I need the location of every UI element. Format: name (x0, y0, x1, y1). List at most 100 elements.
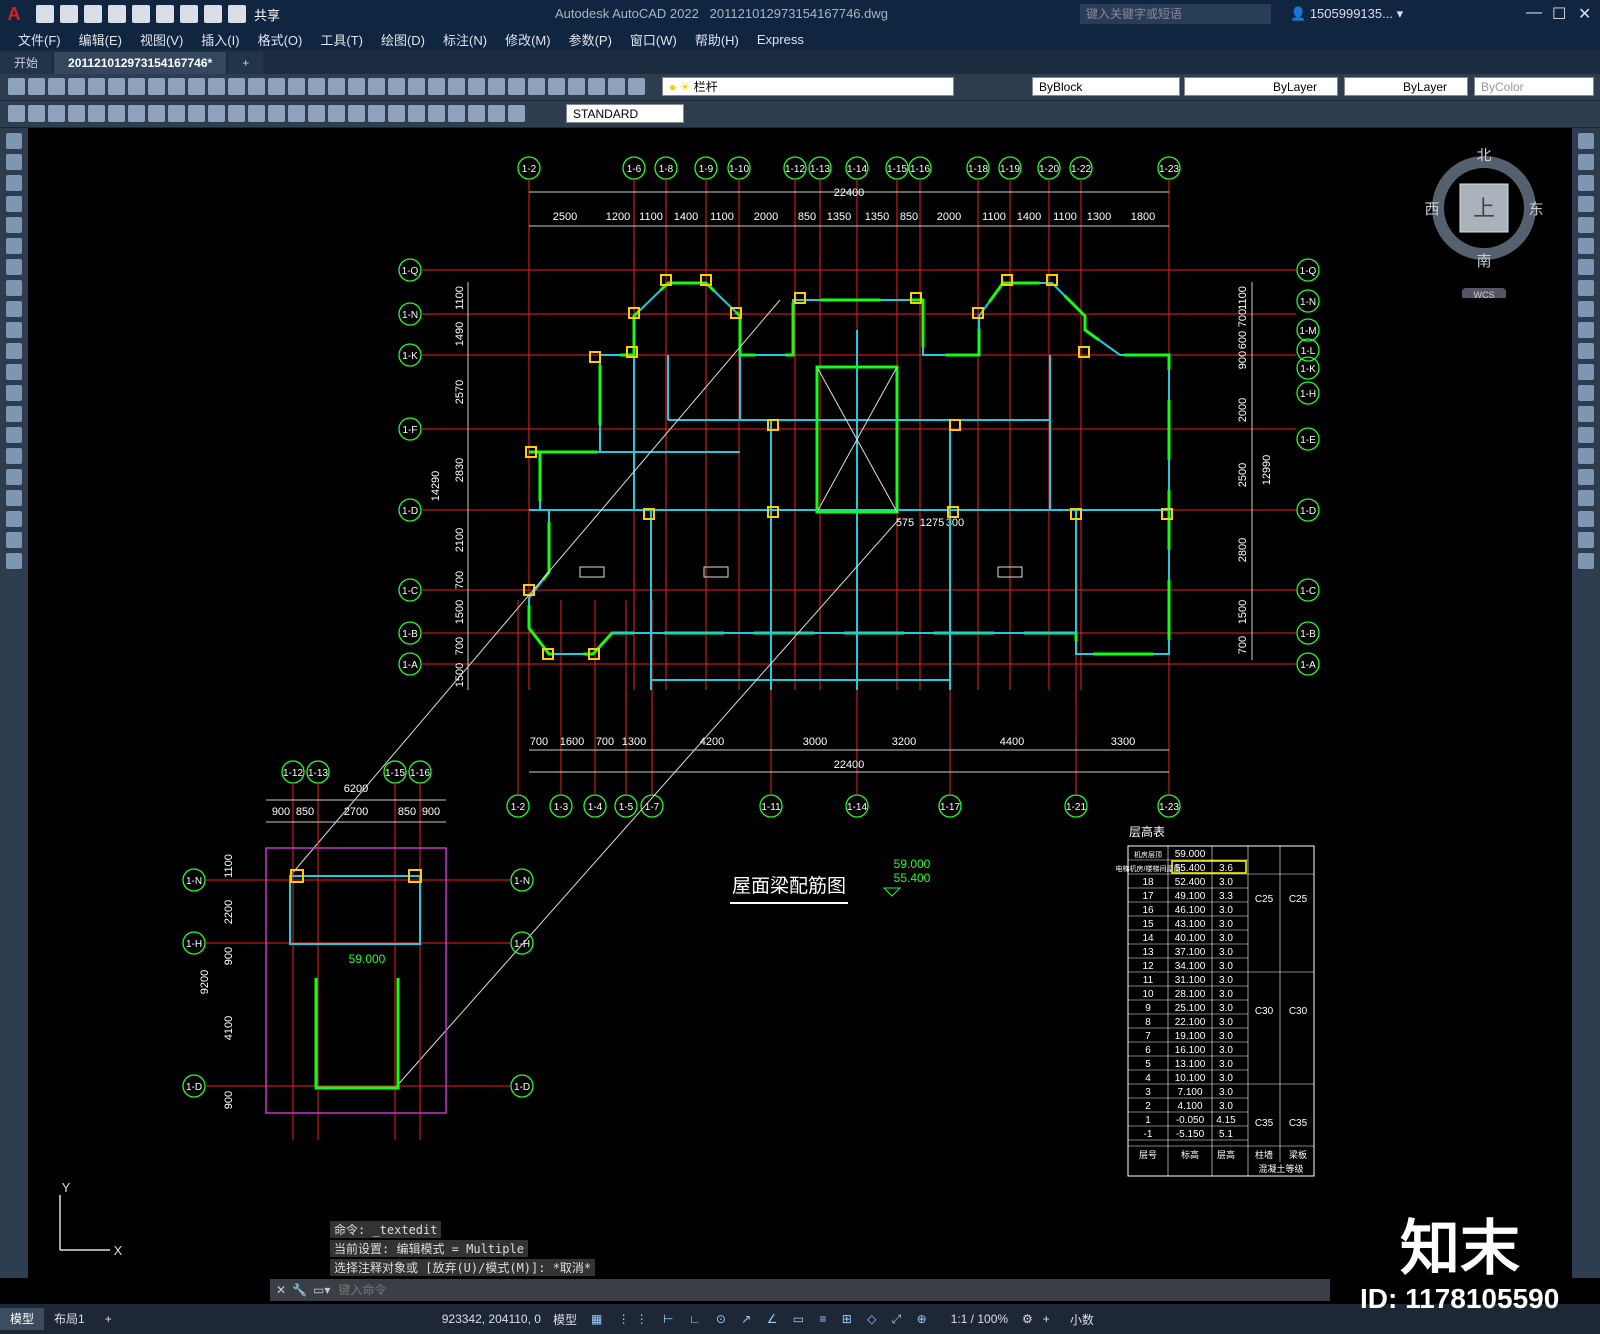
gear-icon[interactable]: ⚙ (1022, 1312, 1033, 1326)
drawing-canvas[interactable]: 1-2 1-6 1-8 1-9 1-10 1-12 1-13 1-14 1-15 1-16 1-18… (28, 128, 1572, 1278)
menu-item-2[interactable]: 视图(V) (140, 30, 183, 49)
tool-icon[interactable] (568, 78, 585, 95)
tool-icon[interactable] (6, 406, 22, 422)
tool-icon[interactable] (6, 343, 22, 359)
tool-icon[interactable] (608, 78, 625, 95)
tool-icon[interactable] (108, 105, 125, 122)
tool-icon[interactable] (168, 78, 185, 95)
viewcube[interactable]: 上 北 南 东 西 WCS (1424, 147, 1544, 300)
plotstyle-dropdown[interactable]: ByColor (1474, 77, 1594, 96)
color-dropdown[interactable]: ByBlock (1032, 77, 1180, 96)
tool-icon[interactable] (48, 78, 65, 95)
tool-icon[interactable] (1578, 469, 1594, 485)
linetype-dropdown[interactable]: ByLayer (1184, 77, 1338, 96)
close-icon[interactable]: ✕ (1578, 4, 1591, 24)
tool-icon[interactable] (8, 105, 25, 122)
tool-icon[interactable] (1578, 448, 1594, 464)
tab-layout1[interactable]: 布局1 (44, 1308, 95, 1330)
tool-icon[interactable] (88, 78, 105, 95)
tool-icon[interactable] (28, 78, 45, 95)
search-input[interactable]: 键入关键字或短语 (1080, 4, 1271, 24)
annotation-scale[interactable]: 1:1 / 100% (951, 1312, 1008, 1326)
menu-item-5[interactable]: 工具(T) (320, 30, 363, 49)
tool-icon[interactable] (508, 78, 525, 95)
status-toggles[interactable]: ▦ ⋮⋮ ⊢ ∟ ⊙ ↗ ∠ ▭ ≡ ⊞ ◇ ⤢ ⊕ (591, 1312, 933, 1327)
tool-icon[interactable] (488, 105, 505, 122)
save-icon[interactable] (84, 5, 102, 23)
tool-icon[interactable] (1578, 238, 1594, 254)
tool-icon[interactable] (248, 78, 265, 95)
tab-model[interactable]: 模型 (0, 1308, 45, 1330)
tool-icon[interactable] (6, 301, 22, 317)
tool-icon[interactable] (6, 322, 22, 338)
tool-icon[interactable] (6, 469, 22, 485)
tool-icon[interactable] (6, 280, 22, 296)
tool-icon[interactable] (288, 105, 305, 122)
tool-icon[interactable] (388, 105, 405, 122)
tool-icon[interactable] (1578, 322, 1594, 338)
tool-icon[interactable] (208, 78, 225, 95)
menu-item-6[interactable]: 绘图(D) (381, 30, 425, 49)
tool-icon[interactable] (1578, 217, 1594, 233)
tool-icon[interactable] (6, 511, 22, 527)
tab-start[interactable]: 开始 (0, 52, 53, 74)
textstyle-dropdown[interactable]: STANDARD (566, 104, 684, 123)
tool-icon[interactable] (248, 105, 265, 122)
tool-icon[interactable] (68, 78, 85, 95)
tool-icon[interactable] (1578, 343, 1594, 359)
tool-icon[interactable] (448, 105, 465, 122)
tool-icon[interactable] (6, 490, 22, 506)
tool-icon[interactable] (6, 175, 22, 191)
tool-icon[interactable] (628, 78, 645, 95)
tool-icon[interactable] (288, 78, 305, 95)
tool-icon[interactable] (548, 78, 565, 95)
tool-icon[interactable] (228, 105, 245, 122)
tool-icon[interactable] (1578, 490, 1594, 506)
tool-icon[interactable] (108, 78, 125, 95)
menu-item-10[interactable]: 窗口(W) (630, 30, 677, 49)
tool-icon[interactable] (588, 78, 605, 95)
menu-item-7[interactable]: 标注(N) (443, 30, 487, 49)
add-layout-icon[interactable]: + (95, 1308, 122, 1330)
tool-icon[interactable] (28, 105, 45, 122)
wcs-label[interactable]: WCS (1474, 290, 1495, 300)
tool-icon[interactable] (1578, 406, 1594, 422)
tool-icon[interactable] (128, 78, 145, 95)
lineweight-dropdown[interactable]: ByLayer (1344, 77, 1468, 96)
tool-icon[interactable] (6, 217, 22, 233)
tool-icon[interactable] (6, 532, 22, 548)
tool-icon[interactable] (488, 78, 505, 95)
tool-icon[interactable] (6, 364, 22, 380)
tool-icon[interactable] (528, 78, 545, 95)
tool-icon[interactable] (508, 105, 525, 122)
tool-icon[interactable] (188, 105, 205, 122)
command-input[interactable] (336, 1282, 1241, 1298)
tool-icon[interactable] (348, 78, 365, 95)
tool-icon[interactable] (6, 385, 22, 401)
tool-icon[interactable] (8, 78, 25, 95)
customize-icon[interactable]: 🔧 (292, 1283, 307, 1297)
tool-icon[interactable] (468, 105, 485, 122)
tool-icon[interactable] (68, 105, 85, 122)
tool-icon[interactable] (1578, 364, 1594, 380)
tool-icon[interactable] (388, 78, 405, 95)
tool-icon[interactable] (6, 133, 22, 149)
tool-icon[interactable] (1578, 133, 1594, 149)
space-toggle[interactable]: 模型 (553, 1311, 577, 1328)
redo-icon[interactable] (228, 5, 246, 23)
tool-icon[interactable] (128, 105, 145, 122)
tool-icon[interactable] (368, 105, 385, 122)
tool-icon[interactable] (1578, 511, 1594, 527)
tool-icon[interactable] (1578, 301, 1594, 317)
minimize-icon[interactable]: — (1526, 4, 1542, 22)
open-file-icon[interactable] (60, 5, 78, 23)
tool-icon[interactable] (308, 105, 325, 122)
save-as-icon[interactable] (108, 5, 126, 23)
tool-icon[interactable] (6, 553, 22, 569)
tool-icon[interactable] (348, 105, 365, 122)
tab-add[interactable]: + (228, 52, 264, 74)
undo-icon[interactable] (204, 5, 222, 23)
tool-icon[interactable] (408, 105, 425, 122)
tool-icon[interactable] (428, 78, 445, 95)
tool-icon[interactable] (468, 78, 485, 95)
